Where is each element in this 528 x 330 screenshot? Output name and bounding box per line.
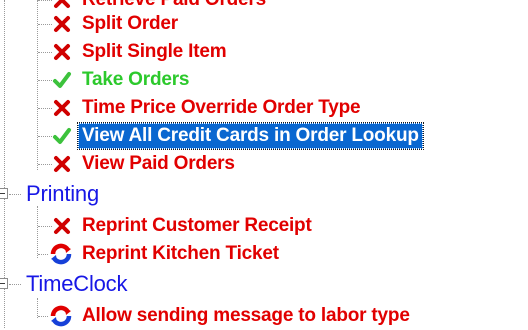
tree-group-label: Printing (26, 181, 99, 206)
tree-item-label: Allow sending message to labor type (82, 305, 410, 326)
green-check-icon (53, 128, 71, 144)
inherit-cycle-icon (50, 243, 72, 265)
tree-item-label: Split Order (82, 13, 178, 34)
tree-line (38, 316, 48, 317)
tree-item-label: View Paid Orders (82, 153, 235, 174)
tree-line (38, 136, 52, 137)
tree-line (9, 284, 21, 285)
red-x-icon (54, 44, 70, 60)
tree-line (38, 80, 52, 81)
tree-line (38, 52, 52, 53)
tree-item-label: Take Orders (82, 69, 190, 90)
tree-item-split-single-item[interactable]: Split Single Item (0, 38, 420, 66)
red-x-icon (54, 218, 70, 234)
tree-item-split-order[interactable]: Split Order (0, 10, 420, 38)
tree-item-view-all-credit-cards[interactable]: View All Credit Cards in Order Lookup (0, 122, 470, 150)
green-check-icon (53, 72, 71, 88)
tree-group-timeclock[interactable]: TimeClock (0, 270, 200, 298)
tree-line (38, 254, 48, 255)
tree-line (38, 164, 52, 165)
tree-line (9, 194, 21, 195)
red-x-icon (54, 0, 70, 8)
tree-item-label: Reprint Kitchen Ticket (82, 243, 279, 264)
tree-line (38, 0, 52, 1)
tree-item-take-orders[interactable]: Take Orders (0, 66, 420, 94)
collapse-toggle[interactable] (0, 278, 8, 289)
tree-item-time-price-override[interactable]: Time Price Override Order Type (0, 94, 420, 122)
inherit-cycle-icon (50, 305, 72, 327)
tree-line (38, 108, 52, 109)
red-x-icon (54, 156, 70, 172)
tree-line (38, 24, 52, 25)
tree-item-allow-sending-message[interactable]: Allow sending message to labor type (0, 302, 470, 330)
red-x-icon (54, 100, 70, 116)
tree-item-reprint-customer-receipt[interactable]: Reprint Customer Receipt (0, 212, 420, 240)
red-x-icon (54, 16, 70, 32)
tree-item-view-paid-orders[interactable]: View Paid Orders (0, 150, 420, 178)
tree-item-label: View All Credit Cards in Order Lookup (77, 122, 424, 150)
tree-item-label: Reprint Customer Receipt (82, 215, 312, 236)
permission-tree: Retrieve Paid Orders Split Order Split S… (0, 0, 528, 328)
tree-line (38, 226, 52, 227)
tree-group-printing[interactable]: Printing (0, 180, 200, 208)
tree-item-reprint-kitchen-ticket[interactable]: Reprint Kitchen Ticket (0, 240, 420, 268)
collapse-toggle[interactable] (0, 188, 8, 199)
tree-item-label: Split Single Item (82, 41, 227, 62)
tree-group-label: TimeClock (26, 271, 128, 296)
tree-item-label: Time Price Override Order Type (82, 97, 361, 118)
